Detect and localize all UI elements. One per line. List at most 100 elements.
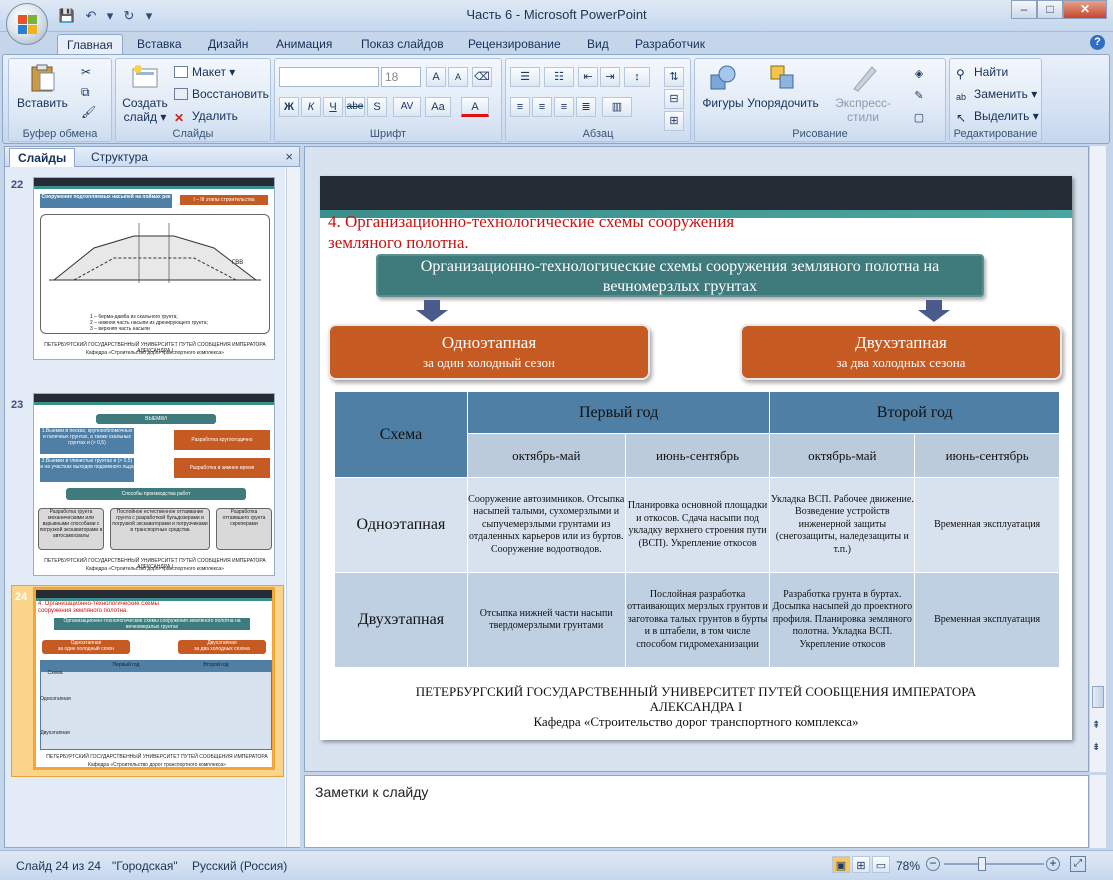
minimize-button[interactable]: – [1011,0,1037,19]
tab-outline[interactable]: Структура [83,148,156,167]
clear-formatting-icon[interactable]: ⌫ [472,67,492,87]
bullets-icon[interactable]: ☰ [510,67,540,87]
zoom-in-icon[interactable]: + [1046,857,1060,871]
zoom-slider-thumb[interactable] [978,857,986,871]
cursor-icon: ↖ [956,111,967,125]
slide-thumbnail-23[interactable]: ВЫЕМКИ 1.Выемки в песках, крупнообломочн… [33,393,275,576]
shadow-button[interactable]: S [367,97,387,117]
align-center-icon[interactable]: ≡ [532,97,552,117]
group-drawing: Фигуры Упорядочить Экспресс-стили ◈ ✎ ▢ … [694,58,946,142]
table-cell: Отсыпка нижней части насыпи твердомерзлы… [466,572,626,668]
shape-outline-icon[interactable]: ✎ [909,87,929,107]
columns-icon[interactable]: ▥ [602,97,632,117]
thumb-footer-2: Кафедра «Строительство дорог транспортно… [88,762,226,768]
arrange-button[interactable]: Упорядочить [745,63,821,110]
slide-scrollbar[interactable]: ⇞ ⇟ [1089,146,1106,772]
language[interactable]: Русский (Россия) [192,859,287,873]
notes-scrollbar[interactable] [1089,775,1106,848]
replace-button[interactable]: ab Заменить ▾ [956,87,1037,103]
paste-button[interactable]: Вставить [17,63,68,110]
next-slide-icon[interactable]: ⇟ [1092,742,1100,753]
tab-animation[interactable]: Анимация [267,34,341,54]
delete-label: Удалить [192,109,238,123]
scrollbar-thumb[interactable] [1092,686,1104,708]
main-heading-box[interactable]: Организационно-технологические схемы соо… [376,254,984,297]
find-button[interactable]: ⚲ Найти [956,65,1008,80]
slideshow-view-icon[interactable]: ▭ [872,856,890,873]
layout-button[interactable]: Макет ▾ [174,65,235,79]
office-button[interactable] [6,3,48,45]
tab-review[interactable]: Рецензирование [459,34,570,54]
font-size-input[interactable]: 18 [381,67,421,87]
gvv-label: ГВВ [232,260,243,266]
shapes-button[interactable]: Фигуры [699,63,747,110]
tab-home[interactable]: Главная [57,34,123,54]
char-spacing-button[interactable]: AV [393,97,421,117]
normal-view-icon[interactable]: ▣ [832,856,850,873]
change-case-button[interactable]: Aa [425,97,451,117]
tab-developer[interactable]: Разработчик [626,34,714,54]
strikethrough-button[interactable]: abe [345,97,365,117]
single-stage-box[interactable]: Одноэтапная за один холодный сезон [328,324,650,380]
slide-counter: Слайд 24 из 24 [16,859,101,873]
tab-insert[interactable]: Вставка [128,34,191,54]
help-icon[interactable]: ? [1090,35,1105,50]
notes-pane[interactable]: Заметки к слайду [304,775,1089,848]
align-left-icon[interactable]: ≡ [510,97,530,117]
shape-effects-icon[interactable]: ▢ [909,109,929,129]
numbering-icon[interactable]: ☷ [544,67,574,87]
select-button[interactable]: ↖ Выделить ▾ [956,109,1039,124]
current-slide[interactable]: 4. Организационно-технологические схемы … [320,176,1072,740]
format-painter-icon[interactable]: 🖌 [81,105,96,119]
tab-design[interactable]: Дизайн [199,34,257,54]
increase-indent-icon[interactable]: ⇥ [600,67,620,87]
row-name: Двухэтапная [334,572,468,668]
delete-slide-button[interactable]: ✕ Удалить [174,109,238,124]
decrease-indent-icon[interactable]: ⇤ [578,67,598,87]
period-header: июнь-сентябрь [624,433,771,478]
table-cell: Сооружение автозимников. Отсыпка насыпей… [466,477,626,573]
line-spacing-icon[interactable]: ↕ [624,67,650,87]
office-logo-icon [18,15,38,35]
two-stage-box[interactable]: Двухэтапная за два холодных сезона [740,324,1062,380]
slide-thumbnail-22[interactable]: Сооружение подтопляемых насыпей на пойма… [33,177,275,360]
tab-view[interactable]: Вид [578,34,618,54]
slide-header-band [320,176,1072,210]
thumbnail-scrollbar[interactable] [286,167,300,847]
close-button[interactable]: ✕ [1063,0,1107,19]
schedule-table[interactable]: Схема Первый год Второй год октябрь-май … [334,391,1060,668]
font-name-input[interactable] [279,67,379,87]
maximize-button[interactable]: □ [1037,0,1063,19]
zoom-level[interactable]: 78% [896,859,920,873]
shrink-font-button[interactable]: A [448,67,468,87]
text-direction-icon[interactable]: ⇅ [664,67,684,87]
reset-button[interactable]: Восстановить [174,87,269,101]
align-right-icon[interactable]: ≡ [554,97,574,117]
zoom-slider[interactable] [944,863,1044,865]
prev-slide-icon[interactable]: ⇞ [1092,720,1100,731]
grow-font-button[interactable]: A [426,67,446,87]
justify-icon[interactable]: ≣ [576,97,596,117]
zoom-out-icon[interactable]: − [926,857,940,871]
shape-fill-icon[interactable]: ◈ [909,65,929,85]
sorter-view-icon[interactable]: ⊞ [852,856,870,873]
copy-icon[interactable]: ⧉ [81,85,90,100]
new-slide-button[interactable]: Создать слайд ▾ [120,63,170,124]
fit-window-icon[interactable]: ⤢ [1070,856,1086,872]
italic-button[interactable]: К [301,97,321,117]
view-buttons: ▣ ⊞ ▭ [832,856,890,873]
panel-close-icon[interactable]: × [285,149,293,164]
tab-slides[interactable]: Слайды [9,148,76,167]
slide-title[interactable]: 4. Организационно-технологические схемы … [328,211,748,253]
slide-thumbnail-24[interactable]: 4. Организационно-технологические схемы … [33,587,275,770]
replace-icon: ab [956,92,967,102]
new-slide-label: Создать [122,96,168,110]
align-text-icon[interactable]: ⊟ [664,89,684,109]
underline-button[interactable]: Ч [323,97,343,117]
font-color-button[interactable]: A [461,97,489,117]
quick-styles-button[interactable]: Экспресс-стили [821,63,905,124]
cut-icon[interactable]: ✂ [81,65,91,79]
bold-button[interactable]: Ж [279,97,299,117]
thumb-right-box-t2: за два холодных сезона [194,646,250,652]
tab-slideshow[interactable]: Показ слайдов [352,34,453,54]
